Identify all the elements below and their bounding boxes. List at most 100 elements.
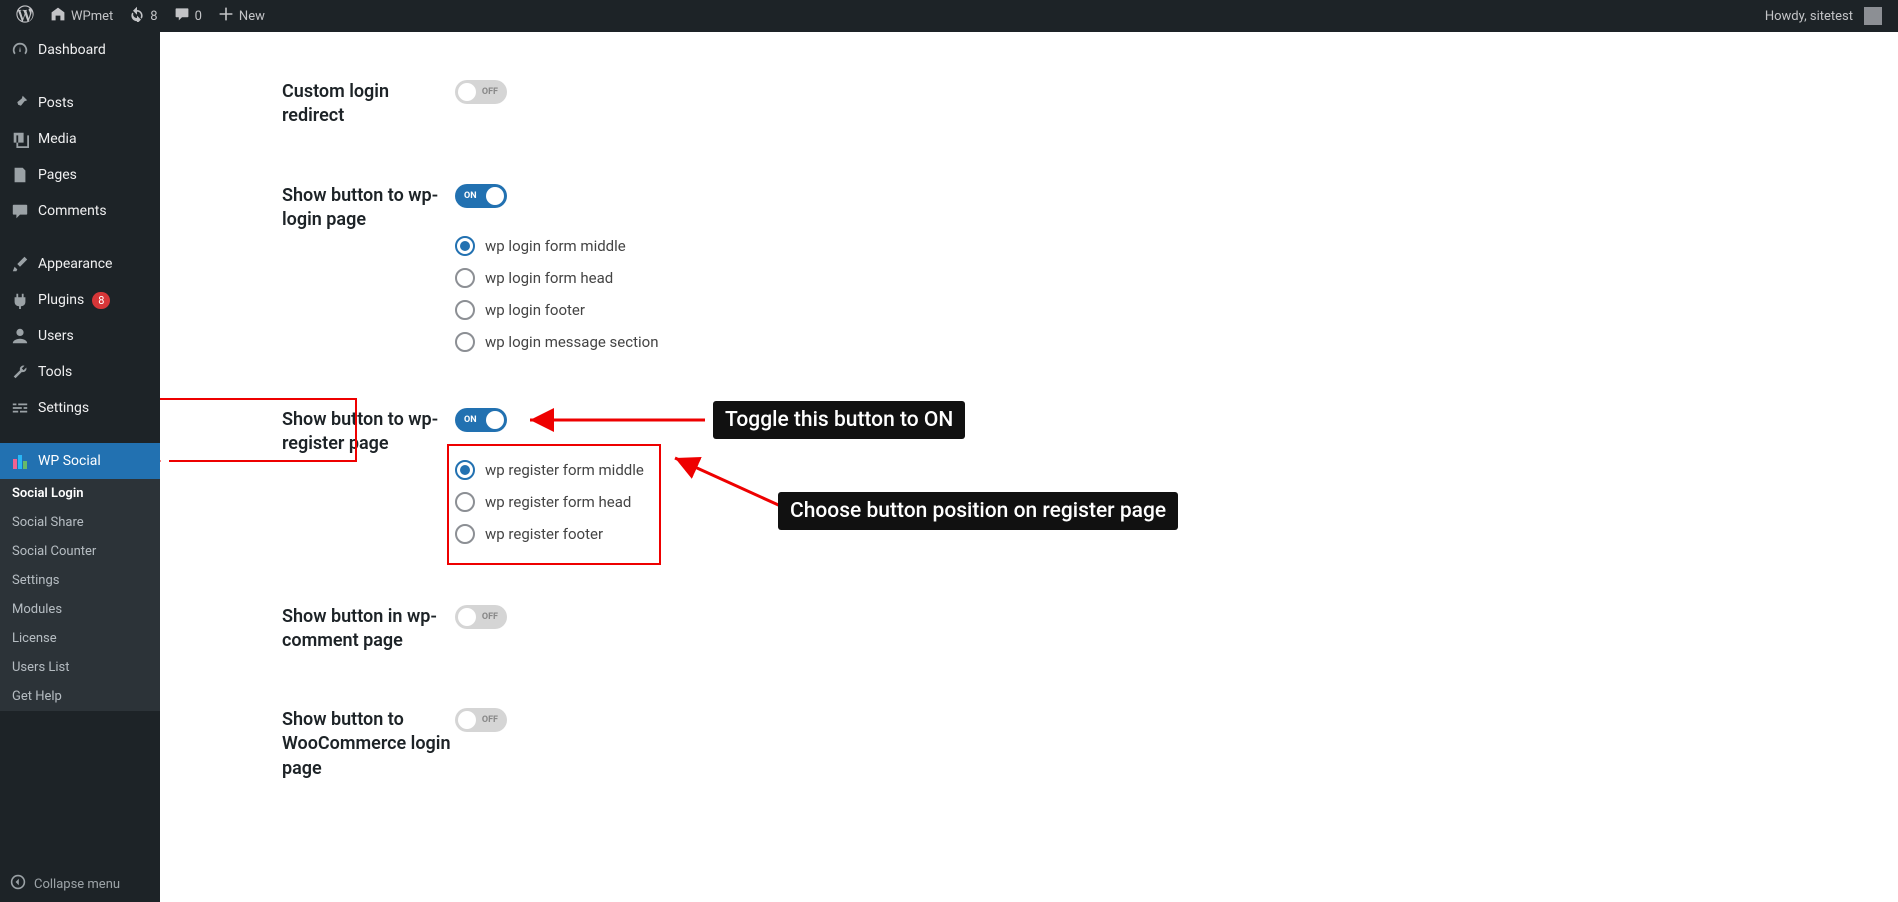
submenu-users-list[interactable]: Users List <box>0 653 160 682</box>
submenu-social-share[interactable]: Social Share <box>0 508 160 537</box>
radio-label: wp register footer <box>485 525 603 543</box>
annotation-position-hint: Choose button position on register page <box>778 492 1178 530</box>
sidebar-item-comments[interactable]: Comments <box>0 193 160 229</box>
toggle-show-comment[interactable]: OFF <box>455 605 507 629</box>
comments-link[interactable]: 0 <box>166 0 210 32</box>
wordpress-icon <box>16 5 34 27</box>
brush-icon <box>10 254 30 274</box>
toggle-show-register[interactable]: ON <box>455 408 507 432</box>
radio-label: wp login form head <box>485 269 613 287</box>
sidebar-item-label: Posts <box>38 95 74 111</box>
submenu-social-counter[interactable]: Social Counter <box>0 537 160 566</box>
plus-icon <box>218 6 234 26</box>
radio-login-form-middle[interactable]: wp login form middle <box>455 230 1898 262</box>
sidebar-item-wpsocial[interactable]: WP Social <box>0 443 160 479</box>
radio-login-footer[interactable]: wp login footer <box>455 294 1898 326</box>
sidebar-item-settings[interactable]: Settings <box>0 390 160 426</box>
sidebar-item-label: Comments <box>38 203 107 219</box>
radio-icon <box>455 460 475 480</box>
radio-login-form-head[interactable]: wp login form head <box>455 262 1898 294</box>
wpsocial-submenu: Social Login Social Share Social Counter… <box>0 479 160 711</box>
media-icon <box>10 129 30 149</box>
radio-icon <box>455 524 475 544</box>
setting-label: Show button to wp-login page <box>160 184 455 358</box>
submenu-modules[interactable]: Modules <box>0 595 160 624</box>
sidebar-item-users[interactable]: Users <box>0 318 160 354</box>
dashboard-icon <box>10 40 30 60</box>
sidebar-item-media[interactable]: Media <box>0 121 160 157</box>
avatar-icon <box>1864 7 1882 25</box>
submenu-get-help[interactable]: Get Help <box>0 682 160 711</box>
setting-label: Show button to WooCommerce login page <box>160 708 455 781</box>
radio-login-message-section[interactable]: wp login message section <box>455 326 1898 358</box>
home-icon <box>50 6 66 26</box>
setting-show-comment: Show button in wp-comment page OFF <box>160 550 1898 654</box>
radio-icon <box>455 300 475 320</box>
annotation-toggle-hint: Toggle this button to ON <box>713 401 965 439</box>
setting-label: Show button to wp-register page <box>282 409 438 454</box>
toggle-state: ON <box>464 184 477 208</box>
comments-count: 0 <box>195 9 202 24</box>
sliders-icon <box>10 398 30 418</box>
sidebar-item-posts[interactable]: Posts <box>0 85 160 121</box>
setting-show-woo: Show button to WooCommerce login page OF… <box>160 653 1898 781</box>
site-name-link[interactable]: WPmet <box>42 0 121 32</box>
sidebar-item-plugins[interactable]: Plugins 8 <box>0 282 160 318</box>
plugins-badge: 8 <box>92 292 110 309</box>
sidebar-item-label: Pages <box>38 167 77 183</box>
sidebar-item-appearance[interactable]: Appearance <box>0 246 160 282</box>
radio-icon <box>455 268 475 288</box>
setting-show-register: Show button to wp-register page ON wp re… <box>160 358 1898 550</box>
updates-link[interactable]: 8 <box>121 0 165 32</box>
sidebar-item-label: Appearance <box>38 256 112 272</box>
page-icon <box>10 165 30 185</box>
sidebar-item-label: Dashboard <box>38 42 106 58</box>
howdy-link[interactable]: Howdy, sitetest <box>1757 0 1890 32</box>
comment-icon <box>10 201 30 221</box>
radio-label: wp login footer <box>485 301 585 319</box>
sidebar-item-label: Plugins <box>38 292 84 308</box>
sidebar-item-label: Tools <box>38 364 72 380</box>
submenu-settings[interactable]: Settings <box>0 566 160 595</box>
update-icon <box>129 6 145 26</box>
wpsocial-icon <box>10 451 30 471</box>
new-link[interactable]: New <box>210 0 273 32</box>
admin-bar: WPmet 8 0 New Howdy, sitetest <box>0 0 1898 32</box>
toggle-custom-login-redirect[interactable]: OFF <box>455 80 507 104</box>
login-position-options: wp login form middle wp login form head … <box>455 230 1898 358</box>
radio-label: wp login form middle <box>485 237 626 255</box>
toggle-state: OFF <box>482 80 498 104</box>
sidebar-item-label: WP Social <box>38 453 101 469</box>
site-name: WPmet <box>71 9 113 24</box>
wrench-icon <box>10 362 30 382</box>
radio-register-form-middle[interactable]: wp register form middle <box>455 454 1898 486</box>
plugin-icon <box>10 290 30 310</box>
submenu-license[interactable]: License <box>0 624 160 653</box>
toggle-show-login[interactable]: ON <box>455 184 507 208</box>
setting-label: Custom login redirect <box>160 80 455 129</box>
pin-icon <box>10 93 30 113</box>
setting-label: Show button in wp-comment page <box>160 605 455 654</box>
sidebar-item-pages[interactable]: Pages <box>0 157 160 193</box>
sidebar-item-label: Media <box>38 131 77 147</box>
sidebar-item-tools[interactable]: Tools <box>0 354 160 390</box>
settings-content: Custom login redirect OFF Show button to… <box>160 32 1898 902</box>
user-icon <box>10 326 30 346</box>
collapse-icon <box>10 874 26 894</box>
toggle-state: OFF <box>482 708 498 732</box>
collapse-label: Collapse menu <box>34 877 120 892</box>
admin-sidebar: Dashboard Posts Media Pages Comments App… <box>0 32 160 902</box>
collapse-menu[interactable]: Collapse menu <box>0 866 160 902</box>
wp-logo-link[interactable] <box>8 0 42 32</box>
radio-icon <box>455 332 475 352</box>
updates-count: 8 <box>150 9 157 24</box>
sidebar-item-dashboard[interactable]: Dashboard <box>0 32 160 68</box>
submenu-social-login[interactable]: Social Login <box>0 479 160 508</box>
annotation-arrow-toggle <box>515 410 715 430</box>
radio-icon <box>455 492 475 512</box>
sidebar-item-label: Users <box>38 328 74 344</box>
howdy-text: Howdy, sitetest <box>1765 9 1853 24</box>
radio-icon <box>455 236 475 256</box>
radio-label: wp login message section <box>485 333 658 351</box>
toggle-show-woo[interactable]: OFF <box>455 708 507 732</box>
